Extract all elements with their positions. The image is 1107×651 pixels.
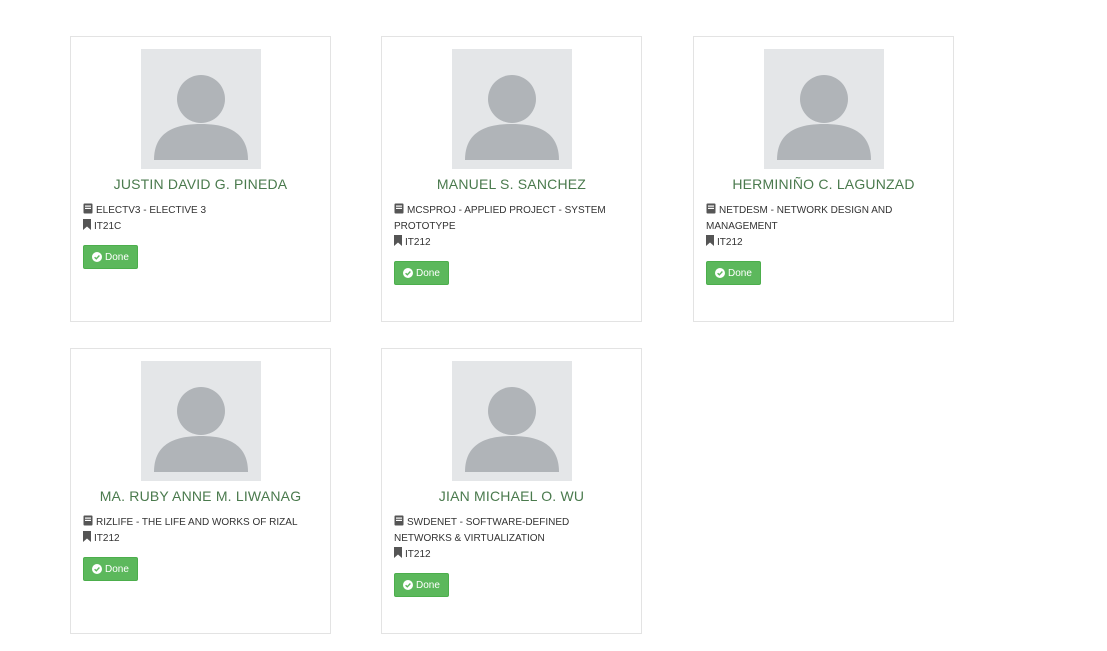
- faculty-card: MANUEL S. SANCHEZ MCSPROJ - APPLIED PROJ…: [381, 36, 642, 322]
- done-button-label: Done: [105, 251, 129, 263]
- done-button-label: Done: [728, 267, 752, 279]
- avatar-placeholder-icon: [141, 49, 261, 169]
- faculty-name: HERMINIÑO C. LAGUNZAD: [732, 176, 915, 192]
- card-details: MCSPROJ - APPLIED PROJECT - SYSTEM PROTO…: [394, 203, 629, 285]
- check-circle-icon: [403, 268, 413, 278]
- done-button-label: Done: [416, 579, 440, 591]
- section-line: IT212: [83, 531, 318, 547]
- card-details: SWDENET - SOFTWARE-DEFINED NETWORKS & VI…: [394, 515, 629, 597]
- section-line: IT212: [706, 235, 941, 251]
- card-details: RIZLIFE - THE LIFE AND WORKS OF RIZAL IT…: [83, 515, 318, 581]
- avatar-placeholder-icon: [452, 49, 572, 169]
- card-details: NETDESM - NETWORK DESIGN AND MANAGEMENT …: [706, 203, 941, 285]
- section-line: IT21C: [83, 219, 318, 235]
- faculty-card: HERMINIÑO C. LAGUNZAD NETDESM - NETWORK …: [693, 36, 954, 322]
- subject-line: SWDENET - SOFTWARE-DEFINED NETWORKS & VI…: [394, 515, 629, 547]
- subject-line: NETDESM - NETWORK DESIGN AND MANAGEMENT: [706, 203, 941, 235]
- done-button[interactable]: Done: [394, 261, 449, 285]
- section-text: IT212: [405, 549, 431, 560]
- subject-text: SWDENET - SOFTWARE-DEFINED NETWORKS & VI…: [394, 517, 570, 544]
- done-button[interactable]: Done: [83, 557, 138, 581]
- check-circle-icon: [92, 564, 102, 574]
- subject-text: NETDESM - NETWORK DESIGN AND MANAGEMENT: [706, 205, 893, 232]
- book-icon: [394, 515, 404, 526]
- faculty-card: MA. RUBY ANNE M. LIWANAG RIZLIFE - THE L…: [70, 348, 331, 634]
- section-text: IT212: [94, 533, 120, 544]
- done-button[interactable]: Done: [394, 573, 449, 597]
- done-button-label: Done: [105, 563, 129, 575]
- check-circle-icon: [715, 268, 725, 278]
- card-details: ELECTV3 - ELECTIVE 3 IT21C Done: [83, 203, 318, 269]
- book-icon: [706, 203, 716, 214]
- faculty-name: JUSTIN DAVID G. PINEDA: [113, 176, 288, 192]
- check-circle-icon: [92, 252, 102, 262]
- bookmark-icon: [83, 531, 91, 542]
- done-button[interactable]: Done: [706, 261, 761, 285]
- section-text: IT212: [717, 237, 743, 248]
- book-icon: [394, 203, 404, 214]
- avatar-placeholder-icon: [452, 361, 572, 481]
- book-icon: [83, 515, 93, 526]
- subject-line: MCSPROJ - APPLIED PROJECT - SYSTEM PROTO…: [394, 203, 629, 235]
- bookmark-icon: [706, 235, 714, 246]
- done-button-label: Done: [416, 267, 440, 279]
- faculty-card: JUSTIN DAVID G. PINEDA ELECTV3 - ELECTIV…: [70, 36, 331, 322]
- subject-text: ELECTV3 - ELECTIVE 3: [96, 205, 207, 216]
- subject-text: MCSPROJ - APPLIED PROJECT - SYSTEM PROTO…: [394, 205, 606, 232]
- subject-line: RIZLIFE - THE LIFE AND WORKS OF RIZAL: [83, 515, 318, 531]
- section-text: IT212: [405, 237, 431, 248]
- avatar-placeholder-icon: [141, 361, 261, 481]
- faculty-name: MANUEL S. SANCHEZ: [436, 176, 587, 192]
- done-button[interactable]: Done: [83, 245, 138, 269]
- faculty-name: JIAN MICHAEL O. WU: [438, 488, 585, 504]
- faculty-card: JIAN MICHAEL O. WU SWDENET - SOFTWARE-DE…: [381, 348, 642, 634]
- faculty-name: MA. RUBY ANNE M. LIWANAG: [99, 488, 302, 504]
- subject-text: RIZLIFE - THE LIFE AND WORKS OF RIZAL: [96, 517, 298, 528]
- section-line: IT212: [394, 235, 629, 251]
- check-circle-icon: [403, 580, 413, 590]
- bookmark-icon: [394, 235, 402, 246]
- section-text: IT21C: [94, 221, 122, 232]
- book-icon: [83, 203, 93, 214]
- faculty-evaluation-grid: JUSTIN DAVID G. PINEDA ELECTV3 - ELECTIV…: [0, 0, 1107, 651]
- section-line: IT212: [394, 547, 629, 563]
- bookmark-icon: [394, 547, 402, 558]
- subject-line: ELECTV3 - ELECTIVE 3: [83, 203, 318, 219]
- avatar-placeholder-icon: [764, 49, 884, 169]
- bookmark-icon: [83, 219, 91, 230]
